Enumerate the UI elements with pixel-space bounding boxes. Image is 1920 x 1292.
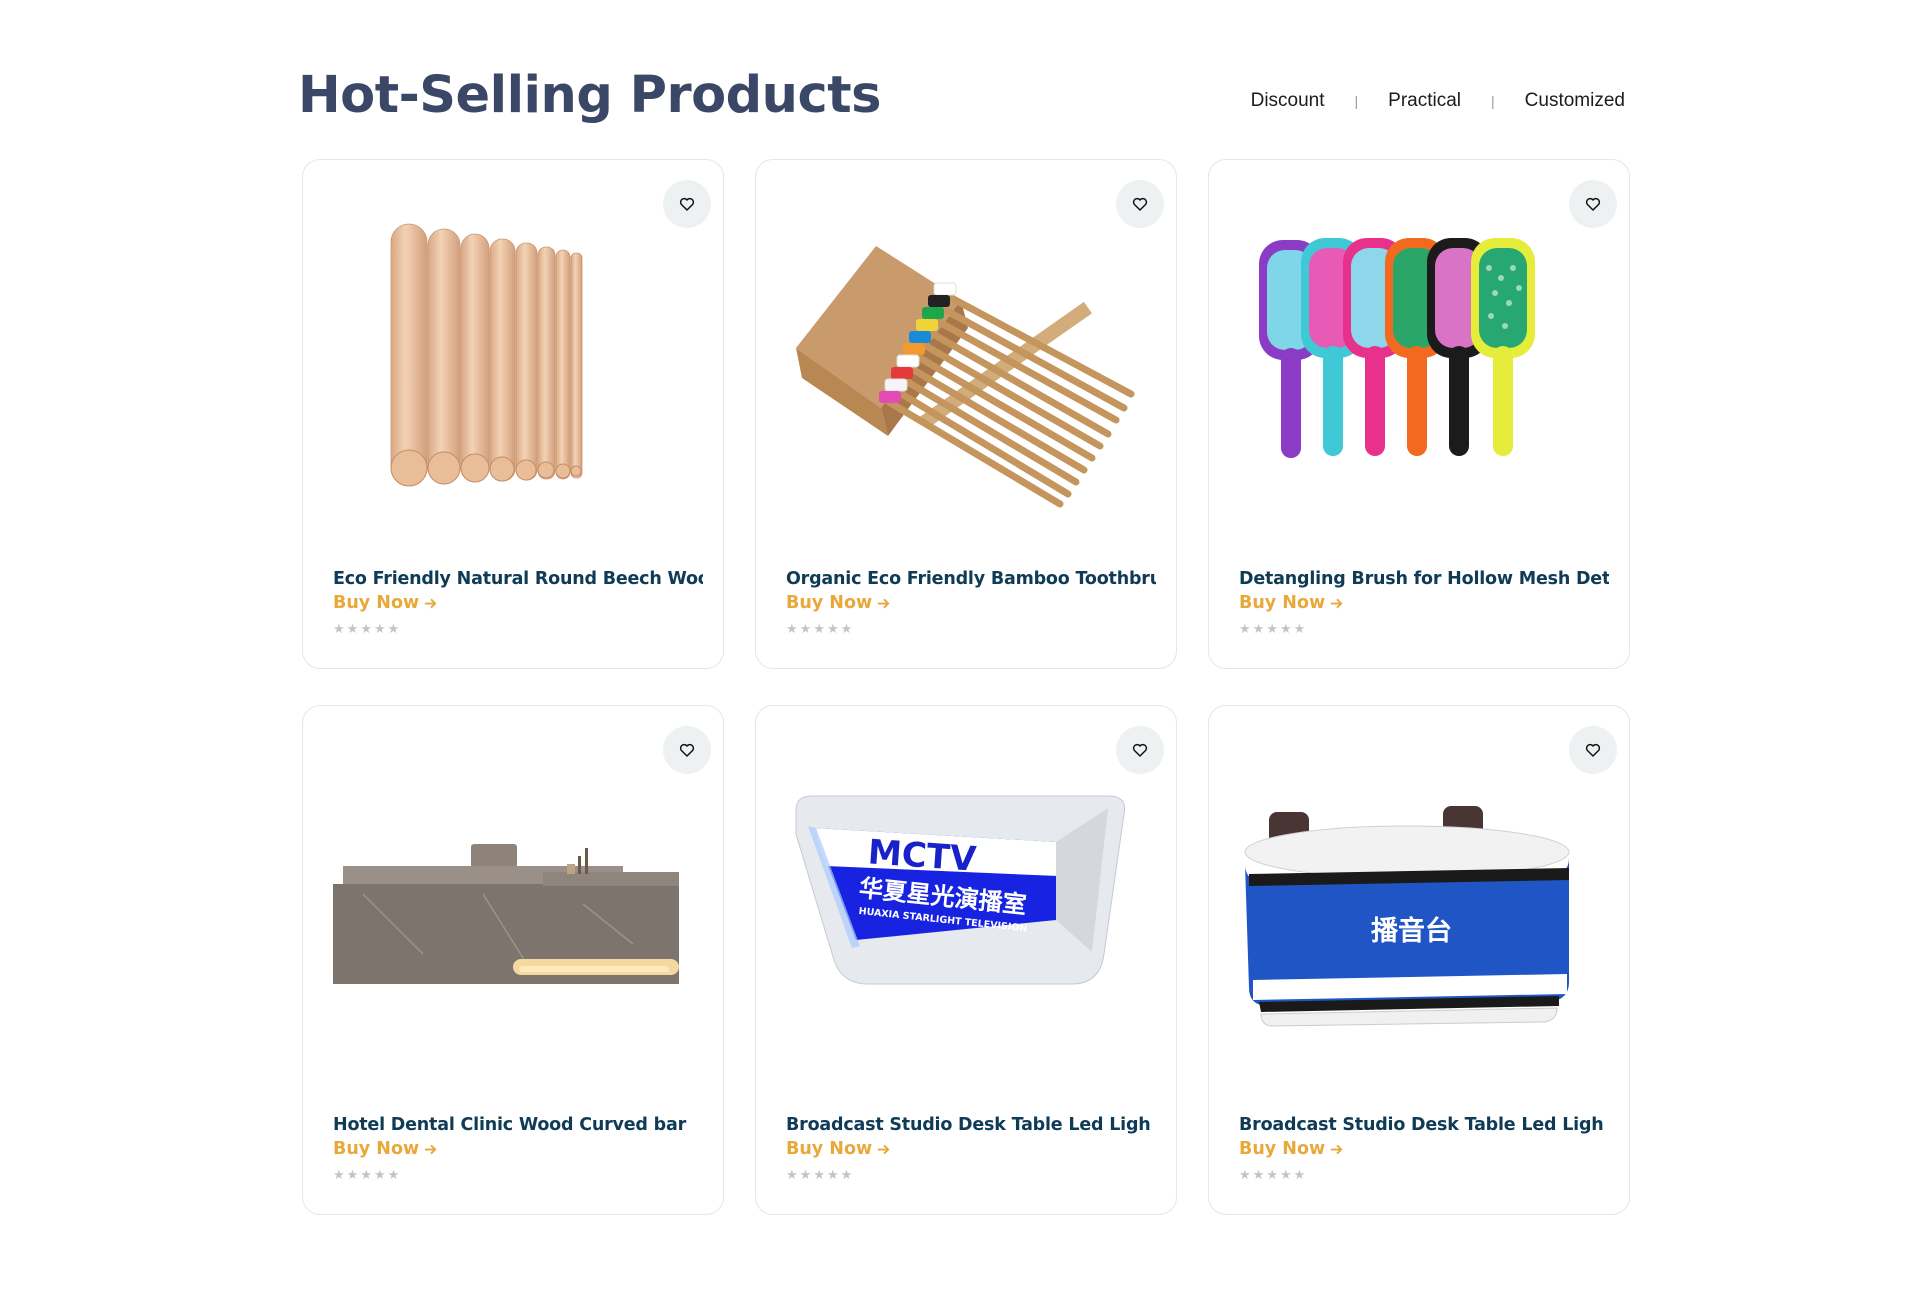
rating-stars: ★ ★ ★ ★ ★ bbox=[786, 1168, 1156, 1182]
star-icon: ★ bbox=[826, 621, 839, 636]
tab-customized[interactable]: Customized bbox=[1525, 90, 1625, 112]
buy-now-label: Buy Now bbox=[333, 1139, 420, 1159]
tab-separator: | bbox=[1354, 93, 1359, 109]
star-icon: ★ bbox=[333, 1167, 345, 1182]
arrow-right-icon bbox=[1331, 598, 1343, 608]
product-image-hair-brushes[interactable] bbox=[1209, 198, 1629, 538]
buy-now-link[interactable]: Buy Now bbox=[333, 1139, 438, 1159]
product-image-anchor-desk[interactable]: 播音台 bbox=[1209, 744, 1629, 1084]
star-icon: ★ bbox=[1252, 1167, 1265, 1182]
product-image-mctv-desk[interactable]: MCTV 华夏星光演播室 HUAXIA STARLIGHT TELEVISION bbox=[756, 744, 1176, 1084]
star-icon: ★ bbox=[786, 621, 798, 636]
star-icon: ★ bbox=[360, 1167, 372, 1182]
arrow-right-icon bbox=[425, 1144, 437, 1154]
star-icon: ★ bbox=[840, 1167, 853, 1182]
star-icon: ★ bbox=[360, 621, 372, 636]
tab-separator: | bbox=[1491, 93, 1495, 109]
star-icon: ★ bbox=[1279, 1167, 1292, 1182]
product-image-reception-bar[interactable] bbox=[303, 744, 723, 1084]
rating-stars: ★ ★ ★ ★ ★ bbox=[1239, 1168, 1609, 1182]
star-icon: ★ bbox=[799, 621, 812, 636]
buy-now-label: Buy Now bbox=[786, 593, 873, 613]
buy-now-link[interactable]: Buy Now bbox=[1239, 593, 1344, 613]
product-card[interactable]: Detangling Brush for Hollow Mesh Det Buy… bbox=[1208, 159, 1630, 669]
product-name[interactable]: Organic Eco Friendly Bamboo Toothbru bbox=[786, 569, 1156, 589]
rating-stars: ★ ★ ★ ★ ★ bbox=[786, 622, 1156, 636]
star-icon: ★ bbox=[373, 1167, 386, 1182]
product-grid: Eco Friendly Natural Round Beech Woo Buy… bbox=[302, 159, 1630, 1215]
arrow-right-icon bbox=[878, 598, 890, 608]
product-card[interactable]: Hotel Dental Clinic Wood Curved bar Buy … bbox=[302, 705, 724, 1215]
product-card[interactable]: Eco Friendly Natural Round Beech Woo Buy… bbox=[302, 159, 724, 669]
tab-discount[interactable]: Discount bbox=[1251, 90, 1325, 112]
star-icon: ★ bbox=[387, 1167, 400, 1182]
star-icon: ★ bbox=[840, 621, 853, 636]
rating-stars: ★ ★ ★ ★ ★ bbox=[1239, 622, 1609, 636]
star-icon: ★ bbox=[1239, 1167, 1251, 1182]
buy-now-label: Buy Now bbox=[1239, 593, 1326, 613]
product-name[interactable]: Hotel Dental Clinic Wood Curved bar bbox=[333, 1115, 703, 1135]
product-image-wooden-dowels[interactable] bbox=[303, 198, 723, 538]
star-icon: ★ bbox=[786, 1167, 798, 1182]
rating-stars: ★ ★ ★ ★ ★ bbox=[333, 622, 703, 636]
star-icon: ★ bbox=[346, 621, 359, 636]
product-name[interactable]: Broadcast Studio Desk Table Led Ligh bbox=[786, 1115, 1156, 1135]
product-name[interactable]: Broadcast Studio Desk Table Led Ligh bbox=[1239, 1115, 1609, 1135]
product-card[interactable]: MCTV 华夏星光演播室 HUAXIA STARLIGHT TELEVISION… bbox=[755, 705, 1177, 1215]
star-icon: ★ bbox=[346, 1167, 359, 1182]
section-title: Hot-Selling Products bbox=[298, 66, 881, 125]
product-card[interactable]: 播音台 Broadcast Studio Desk Table Led Ligh… bbox=[1208, 705, 1630, 1215]
buy-now-link[interactable]: Buy Now bbox=[333, 593, 438, 613]
buy-now-link[interactable]: Buy Now bbox=[786, 593, 891, 613]
star-icon: ★ bbox=[373, 621, 386, 636]
buy-now-label: Buy Now bbox=[333, 593, 420, 613]
star-icon: ★ bbox=[1239, 621, 1251, 636]
mctv-logo-text: MCTV bbox=[867, 832, 979, 880]
star-icon: ★ bbox=[1279, 621, 1292, 636]
star-icon: ★ bbox=[333, 621, 345, 636]
star-icon: ★ bbox=[1293, 621, 1306, 636]
star-icon: ★ bbox=[1266, 621, 1278, 636]
product-name[interactable]: Eco Friendly Natural Round Beech Woo bbox=[333, 569, 703, 589]
star-icon: ★ bbox=[387, 621, 400, 636]
tab-practical[interactable]: Practical bbox=[1388, 90, 1461, 112]
product-name[interactable]: Detangling Brush for Hollow Mesh Det bbox=[1239, 569, 1609, 589]
star-icon: ★ bbox=[1293, 1167, 1306, 1182]
buy-now-link[interactable]: Buy Now bbox=[786, 1139, 891, 1159]
product-card[interactable]: Organic Eco Friendly Bamboo Toothbru Buy… bbox=[755, 159, 1177, 669]
star-icon: ★ bbox=[813, 1167, 825, 1182]
star-icon: ★ bbox=[1252, 621, 1265, 636]
rating-stars: ★ ★ ★ ★ ★ bbox=[333, 1168, 703, 1182]
arrow-right-icon bbox=[1331, 1144, 1343, 1154]
filter-tabs: Discount | Practical | Customized bbox=[1251, 90, 1625, 112]
star-icon: ★ bbox=[813, 621, 825, 636]
buy-now-label: Buy Now bbox=[1239, 1139, 1326, 1159]
arrow-right-icon bbox=[878, 1144, 890, 1154]
buy-now-label: Buy Now bbox=[786, 1139, 873, 1159]
star-icon: ★ bbox=[799, 1167, 812, 1182]
product-image-bamboo-toothbrushes[interactable] bbox=[756, 198, 1176, 538]
star-icon: ★ bbox=[1266, 1167, 1278, 1182]
anchor-desk-text: 播音台 bbox=[1371, 915, 1452, 947]
star-icon: ★ bbox=[826, 1167, 839, 1182]
buy-now-link[interactable]: Buy Now bbox=[1239, 1139, 1344, 1159]
arrow-right-icon bbox=[425, 598, 437, 608]
